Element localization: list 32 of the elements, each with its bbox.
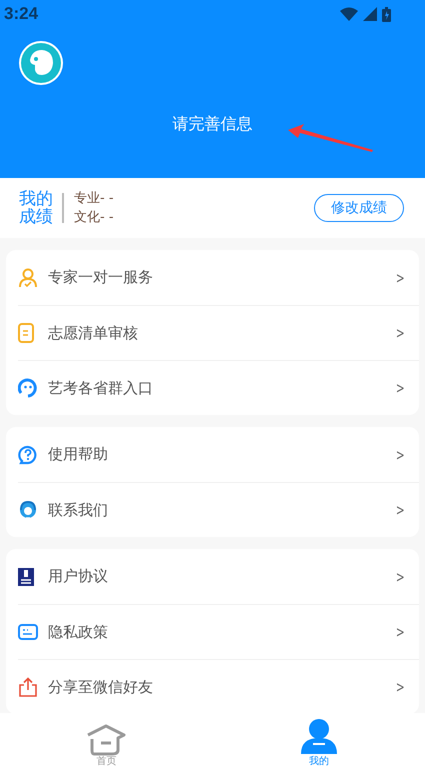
culture-score: 文化- -: [74, 209, 115, 227]
menu-item[interactable]: 联系我们 >: [18, 482, 419, 537]
chevron-icon: >: [396, 623, 406, 641]
chevron-icon: >: [396, 268, 406, 286]
note-icon: [18, 323, 34, 343]
signal-icon: [363, 7, 377, 21]
menu-item[interactable]: 志愿清单审核 >: [18, 305, 419, 360]
menu-item[interactable]: 艺考各省群入口 >: [18, 360, 419, 415]
chevron-icon: >: [396, 324, 406, 342]
share-icon: [18, 677, 38, 697]
help-icon: [18, 444, 38, 464]
avatar-icon[interactable]: [18, 40, 64, 86]
chat-face-icon: [18, 378, 38, 398]
menu-item[interactable]: 隐私政策 >: [18, 604, 419, 659]
chevron-icon: >: [396, 501, 406, 519]
chevron-icon: >: [396, 678, 406, 696]
major-score: 专业- -: [74, 190, 115, 208]
person-icon: [300, 718, 338, 756]
chevron-icon: >: [396, 379, 406, 397]
scores-label: 我的 成绩: [19, 190, 53, 226]
headset-icon: [18, 500, 38, 520]
status-time: 3:24: [4, 4, 38, 24]
card-icon: [18, 624, 38, 640]
battery-icon: [382, 6, 391, 22]
chevron-icon: >: [396, 568, 406, 586]
person-icon: [18, 268, 38, 288]
menu-item[interactable]: 使用帮助 >: [18, 427, 419, 482]
document-icon: [18, 568, 34, 586]
menu-item[interactable]: 专家一对一服务 >: [18, 250, 419, 305]
chevron-icon: >: [396, 446, 406, 464]
wifi-icon: [340, 7, 358, 21]
menu-item[interactable]: 用户协议 >: [18, 549, 419, 604]
